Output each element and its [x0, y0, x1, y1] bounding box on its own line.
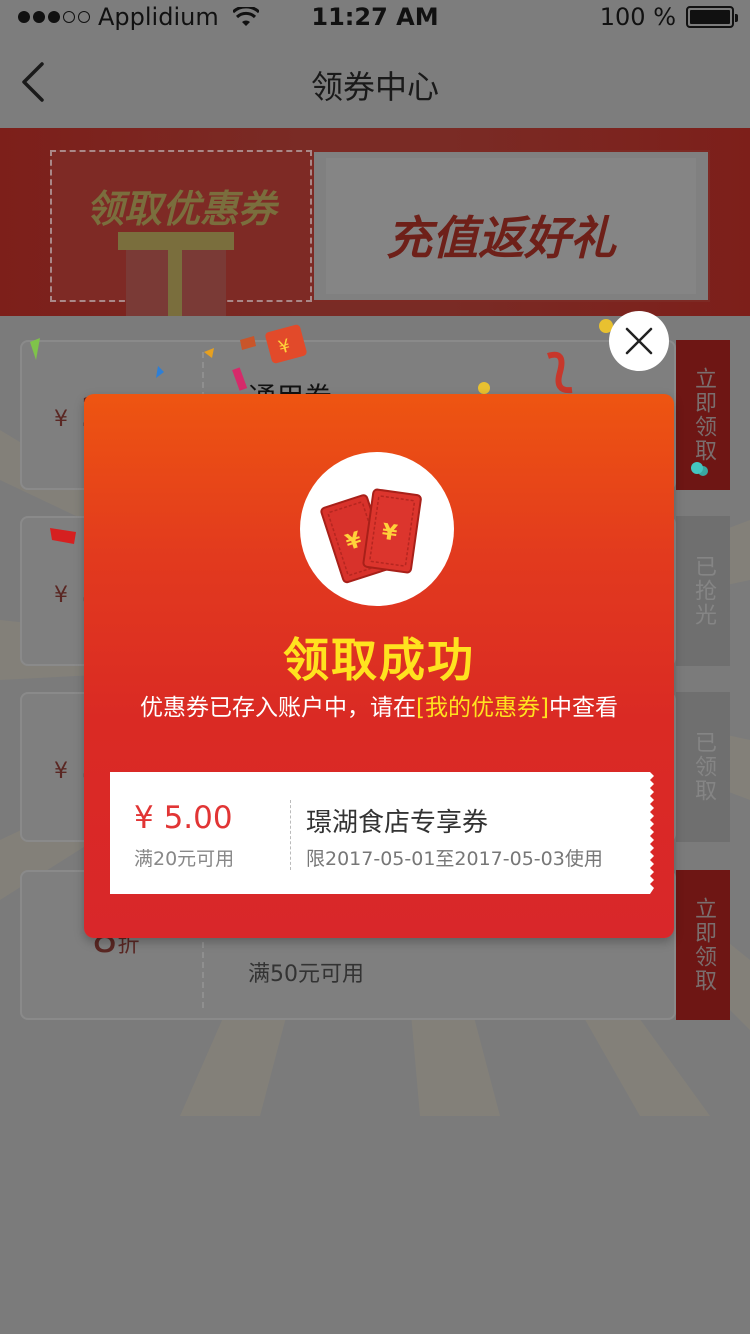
- coupon-tickets-icon: ¥ ¥: [320, 488, 422, 584]
- close-dialog-button[interactable]: [609, 311, 669, 371]
- nav-bar: 领券中心: [0, 36, 750, 128]
- dialog-title: 领取成功: [283, 633, 475, 687]
- page-title: 领券中心: [310, 68, 439, 106]
- coupon-amount: ¥ 5.00: [134, 800, 233, 836]
- received-coupon: ¥ 5.00 满20元可用 璟湖食店专享券 限2017-05-01至2017-0…: [110, 772, 650, 894]
- coupon-validity: 限2017-05-01至2017-05-03使用: [306, 848, 603, 870]
- coupon-serrated-edge: [644, 772, 654, 894]
- claim-button[interactable]: 立即领取: [676, 870, 730, 1020]
- red-envelope-icon: ¥ ¥: [300, 452, 454, 606]
- subtitle-suffix: 中查看: [548, 695, 618, 721]
- battery-percent: 100 %: [599, 3, 676, 31]
- promo-banner[interactable]: 领取优惠券 充值返好礼: [0, 128, 750, 316]
- sold-out-label: 已抢光: [691, 555, 716, 627]
- currency-symbol: ¥: [54, 759, 68, 784]
- claim-label: 立即领取: [691, 897, 716, 993]
- my-coupons-link[interactable]: [我的优惠券]: [416, 695, 549, 721]
- close-icon: [625, 327, 653, 355]
- success-dialog: ¥ ¥ 领取成功 优惠券已存入账户中，请在[我的优惠券]中查看 ¥ 5.00 满…: [84, 394, 674, 938]
- banner-right-text: 充值返好礼: [386, 211, 616, 265]
- subtitle-prefix: 优惠券已存入账户中，请在: [140, 695, 417, 721]
- coupon-condition: 满20元可用: [134, 848, 235, 870]
- currency-symbol: ¥: [54, 583, 68, 608]
- coupon-divider: [290, 800, 291, 870]
- claimed-badge: 已领取: [676, 692, 730, 842]
- coupon-condition: 满50元可用: [248, 962, 364, 987]
- battery-icon: [686, 6, 738, 28]
- status-right: 100 %: [599, 3, 738, 31]
- dialog-subtitle: 优惠券已存入账户中，请在[我的优惠券]中查看: [84, 688, 674, 722]
- coupon-name: 璟湖食店专享券: [306, 808, 489, 838]
- claimed-label: 已领取: [691, 731, 716, 803]
- status-bar: Applidium 11:27 AM 100 %: [0, 0, 750, 36]
- banner-left-text: 领取优惠券: [86, 187, 277, 231]
